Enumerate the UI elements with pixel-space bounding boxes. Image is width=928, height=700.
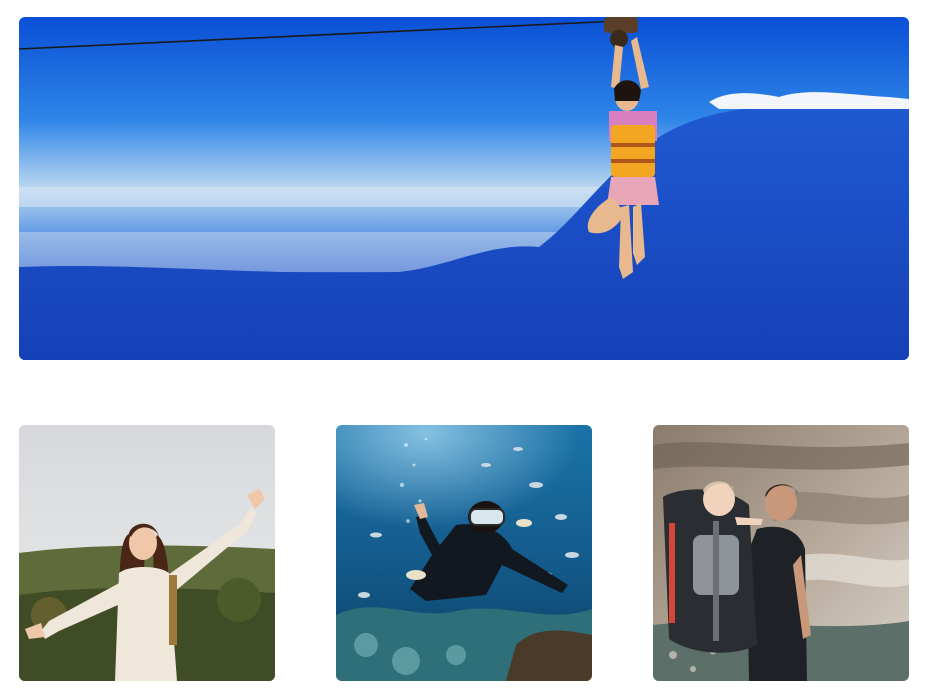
gallery-tile-hiker-with-baby[interactable] xyxy=(653,425,909,681)
gallery-tile-scuba-diver[interactable] xyxy=(336,425,592,681)
gallery-tile-woman-celebrating[interactable] xyxy=(19,425,275,681)
tile-illustration-woman xyxy=(19,425,275,681)
hero-illustration xyxy=(19,17,909,360)
photo-gallery xyxy=(0,0,928,700)
tile-illustration-hiker xyxy=(653,425,909,681)
hero-image-zipline[interactable] xyxy=(19,17,909,360)
tile-illustration-diver xyxy=(336,425,592,681)
